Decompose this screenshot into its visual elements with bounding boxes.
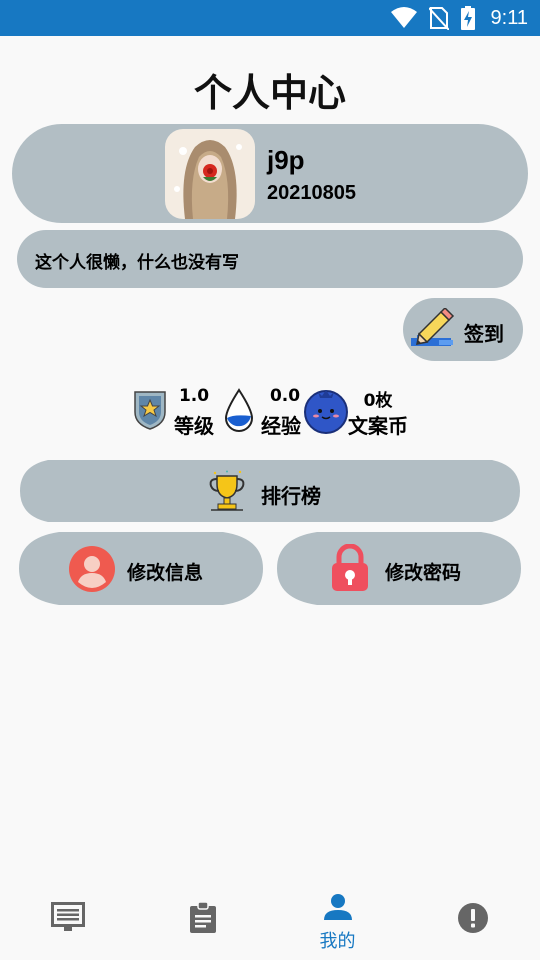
water-drop-icon xyxy=(224,388,254,432)
battery-charging-icon xyxy=(460,6,475,30)
user-avatar-icon xyxy=(69,546,115,592)
list-icon xyxy=(50,902,85,931)
avatar[interactable] xyxy=(165,129,255,219)
wifi-icon xyxy=(390,7,417,28)
bio-text: 这个人很懒，什么也没有写 xyxy=(35,253,239,273)
stat-coins-label: 文案币 xyxy=(348,414,408,438)
stat-level: 1.0 等级 xyxy=(133,386,218,438)
nav-item-info[interactable] xyxy=(405,880,540,960)
stat-exp: 0.0 经验 xyxy=(222,386,312,438)
lock-icon xyxy=(332,544,368,591)
edit-info-button[interactable]: 修改信息 xyxy=(19,532,263,605)
info-icon xyxy=(457,903,488,933)
no-sim-icon xyxy=(428,7,449,30)
person-icon xyxy=(323,894,352,920)
status-bar: 9:11 xyxy=(0,0,540,36)
ranking-button[interactable]: 排行榜 xyxy=(20,460,520,522)
username: j9p xyxy=(267,145,305,175)
signin-label: 签到 xyxy=(464,322,504,346)
pencil-icon xyxy=(411,308,455,346)
stat-coins-value: 0枚 xyxy=(363,391,393,411)
stat-exp-label: 经验 xyxy=(261,414,301,438)
status-time: 9:11 xyxy=(490,6,528,29)
blueberry-coin-icon xyxy=(304,390,348,434)
shield-star-icon xyxy=(134,391,166,430)
user-id: 20210805 xyxy=(267,182,356,204)
bio-card[interactable]: 这个人很懒，什么也没有写 xyxy=(17,230,523,288)
bottom-nav: 我的 xyxy=(0,880,540,960)
ranking-label: 排行榜 xyxy=(261,484,321,508)
nav-item-mine[interactable]: 我的 xyxy=(270,880,405,960)
profile-card[interactable]: j9p 20210805 xyxy=(12,124,528,223)
page-title: 个人中心 xyxy=(193,71,346,115)
stat-coins: 0枚 文案币 xyxy=(302,386,414,438)
nav-item-clipboard[interactable] xyxy=(135,880,270,960)
nav-label-mine: 我的 xyxy=(319,931,356,952)
signin-button[interactable]: 签到 xyxy=(403,298,523,361)
stat-exp-value: 0.0 xyxy=(269,386,301,406)
nav-item-list[interactable] xyxy=(0,880,135,960)
stat-level-value: 1.0 xyxy=(178,386,210,406)
clipboard-icon xyxy=(189,902,216,933)
status-icons: 9:11 xyxy=(390,0,528,36)
stat-level-label: 等级 xyxy=(174,414,214,438)
change-password-label: 修改密码 xyxy=(385,562,462,584)
change-password-button[interactable]: 修改密码 xyxy=(277,532,521,605)
trophy-icon xyxy=(209,470,245,511)
edit-info-label: 修改信息 xyxy=(127,562,204,584)
